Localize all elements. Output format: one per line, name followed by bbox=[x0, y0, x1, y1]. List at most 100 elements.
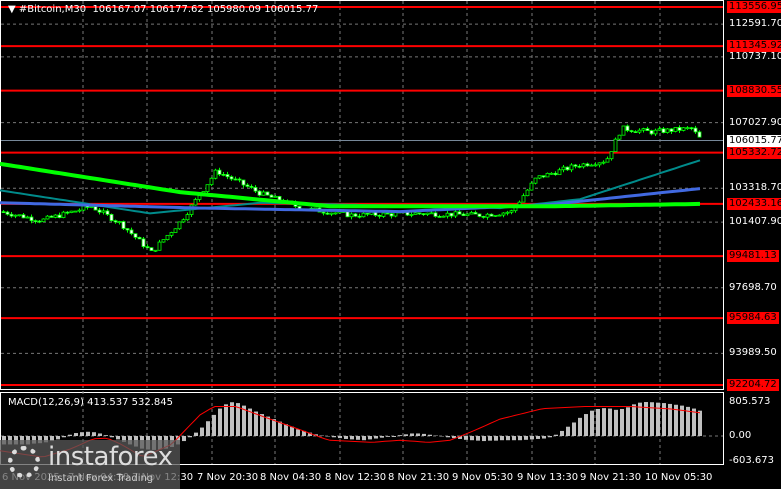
macd-bar bbox=[536, 436, 540, 439]
candle bbox=[273, 196, 278, 198]
candle bbox=[613, 138, 618, 152]
candle bbox=[237, 178, 242, 181]
time-axis-label: 9 Nov 21:30 bbox=[580, 472, 642, 483]
time-axis-label: 9 Nov 13:30 bbox=[517, 472, 579, 483]
candle bbox=[385, 212, 390, 215]
candle bbox=[649, 130, 654, 135]
candle bbox=[129, 229, 134, 235]
candle bbox=[593, 164, 598, 167]
candle bbox=[581, 163, 586, 168]
macd-bar bbox=[68, 434, 72, 436]
candle bbox=[325, 212, 330, 215]
candle bbox=[501, 212, 506, 216]
macd-bar bbox=[224, 404, 228, 436]
macd-label: MACD(12,26,9) 413.537 532.845 bbox=[8, 397, 174, 408]
macd-bar bbox=[476, 436, 480, 441]
candle bbox=[49, 215, 54, 218]
candle bbox=[361, 212, 366, 218]
level-label: 113556.95 bbox=[727, 1, 781, 13]
candle bbox=[409, 214, 414, 216]
candle bbox=[77, 209, 82, 212]
macd-bar bbox=[188, 436, 192, 438]
level-label: 95984.63 bbox=[727, 312, 779, 325]
macd-bar bbox=[494, 436, 498, 441]
candle bbox=[601, 161, 606, 164]
candle bbox=[505, 211, 510, 214]
candle bbox=[561, 166, 566, 171]
level-label: 108830.55 bbox=[727, 84, 781, 97]
candle bbox=[477, 213, 482, 217]
candle bbox=[533, 177, 538, 184]
candle bbox=[485, 213, 490, 218]
macd-bar bbox=[362, 436, 366, 441]
candle bbox=[493, 214, 498, 217]
price-scale-label: 101407.90 bbox=[729, 216, 781, 228]
candle bbox=[661, 128, 666, 133]
candle bbox=[617, 134, 622, 140]
macd-bar bbox=[512, 436, 516, 441]
instaforex-logo: instaforex Instant Forex Trading bbox=[0, 440, 180, 489]
candle bbox=[389, 213, 394, 217]
candle bbox=[185, 214, 190, 221]
price-scale-label: 93989.50 bbox=[729, 347, 777, 359]
macd-bar bbox=[470, 436, 474, 441]
candle bbox=[349, 213, 354, 218]
macd-bar bbox=[182, 436, 186, 442]
candle bbox=[249, 186, 254, 188]
candle bbox=[133, 233, 138, 238]
candle bbox=[81, 205, 86, 211]
candle bbox=[509, 210, 514, 213]
macd-bar bbox=[572, 422, 576, 436]
candle bbox=[693, 127, 698, 133]
candle bbox=[429, 212, 434, 215]
macd-bar bbox=[74, 433, 78, 436]
candle bbox=[545, 172, 550, 178]
candle bbox=[425, 212, 430, 215]
macd-bar bbox=[356, 436, 360, 440]
candle bbox=[233, 178, 238, 181]
candle bbox=[253, 187, 258, 192]
candle bbox=[61, 211, 66, 218]
candle bbox=[217, 169, 222, 175]
candle bbox=[557, 169, 562, 176]
candle bbox=[625, 125, 630, 131]
candle bbox=[565, 166, 570, 171]
macd-bar bbox=[392, 436, 396, 437]
level-label: 92204.72 bbox=[727, 379, 779, 391]
macd-bar bbox=[626, 407, 630, 436]
price-scale-label: 110737.10 bbox=[729, 50, 781, 62]
candle bbox=[173, 228, 178, 233]
macd-scale-max: 805.573 bbox=[729, 396, 771, 407]
candle bbox=[265, 191, 270, 196]
candle bbox=[437, 216, 442, 218]
macd-bar bbox=[518, 436, 522, 441]
candle bbox=[589, 164, 594, 167]
candle bbox=[553, 172, 558, 176]
macd-bar bbox=[374, 436, 378, 439]
candle bbox=[245, 184, 250, 187]
candle bbox=[13, 214, 18, 217]
candle bbox=[41, 218, 46, 223]
macd-bar bbox=[596, 408, 600, 436]
candle bbox=[9, 213, 14, 217]
candle bbox=[21, 214, 26, 219]
macd-bar bbox=[416, 433, 420, 436]
macd-bar bbox=[212, 414, 216, 436]
candle bbox=[145, 246, 150, 249]
candle bbox=[689, 127, 694, 130]
candle bbox=[225, 174, 230, 178]
price-scale-label: 103318.70 bbox=[729, 182, 781, 194]
price-chart[interactable] bbox=[0, 0, 781, 489]
macd-bar bbox=[500, 436, 504, 441]
macd-bar bbox=[410, 433, 414, 436]
candle bbox=[65, 211, 70, 214]
macd-bar bbox=[464, 436, 468, 440]
candle bbox=[457, 211, 462, 215]
level-label: 111345.92 bbox=[727, 40, 781, 53]
macd-bar bbox=[338, 436, 342, 439]
candle bbox=[465, 213, 470, 217]
candle bbox=[461, 213, 466, 217]
candle bbox=[329, 212, 334, 215]
candle bbox=[481, 216, 486, 218]
macd-bar bbox=[92, 432, 96, 436]
